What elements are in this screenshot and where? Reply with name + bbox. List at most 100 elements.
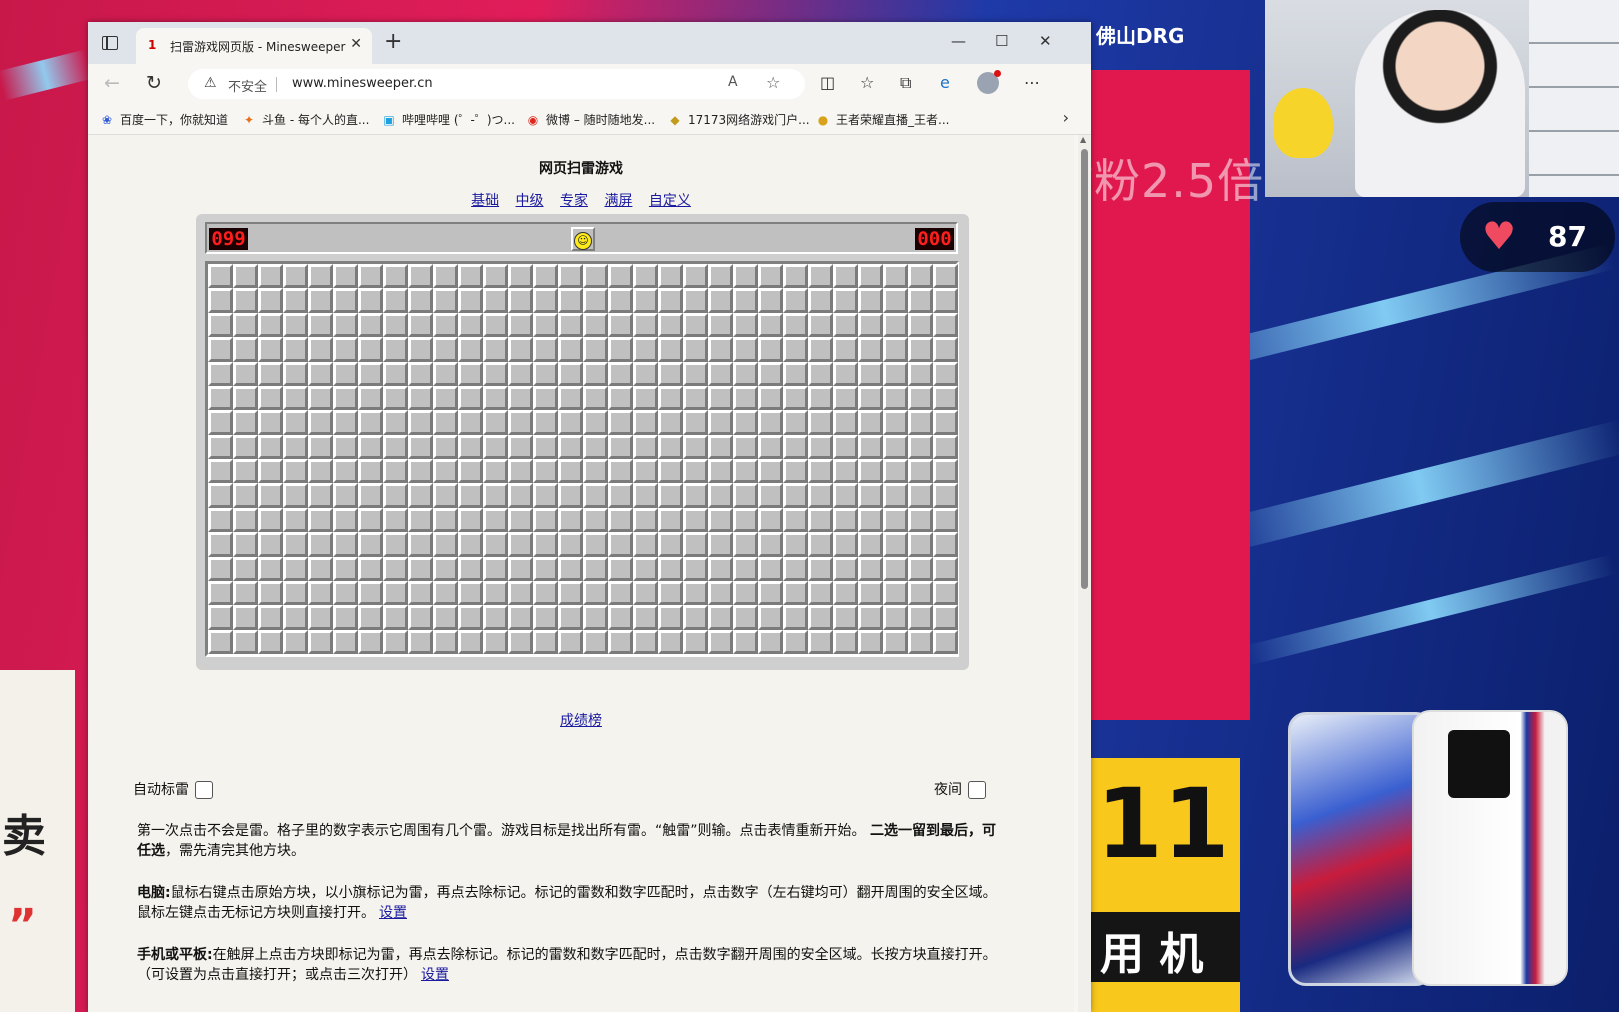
mine-cell[interactable] bbox=[258, 434, 283, 459]
bookmark-douyu[interactable]: ✦ 斗鱼 - 每个人的直... bbox=[242, 111, 369, 128]
mine-cell[interactable] bbox=[233, 312, 258, 338]
mine-cell[interactable] bbox=[758, 459, 783, 484]
mine-cell[interactable] bbox=[433, 361, 458, 386]
mine-cell[interactable] bbox=[733, 459, 758, 484]
mine-cell[interactable] bbox=[908, 556, 933, 581]
mine-cell[interactable] bbox=[383, 312, 408, 338]
mine-cell[interactable] bbox=[458, 264, 483, 289]
mine-cell[interactable] bbox=[733, 410, 758, 435]
mine-cell[interactable] bbox=[333, 532, 358, 557]
mine-cell[interactable] bbox=[933, 337, 958, 362]
mine-cell[interactable] bbox=[408, 532, 433, 557]
mine-cell[interactable] bbox=[258, 532, 283, 557]
mine-cell[interactable] bbox=[383, 337, 408, 362]
mine-cell[interactable] bbox=[833, 483, 858, 508]
mine-cell[interactable] bbox=[533, 483, 558, 508]
mine-cell[interactable] bbox=[508, 556, 533, 581]
mine-cell[interactable] bbox=[308, 434, 333, 459]
bookmark-weibo[interactable]: ◉ 微博 – 随时随地发... bbox=[526, 111, 655, 128]
split-screen-icon[interactable]: ◫ bbox=[820, 73, 835, 93]
mine-cell[interactable] bbox=[208, 556, 233, 581]
mine-cell[interactable] bbox=[833, 459, 858, 484]
mine-cell[interactable] bbox=[558, 385, 583, 411]
mine-cell[interactable] bbox=[708, 288, 733, 313]
mine-cell[interactable] bbox=[258, 483, 283, 508]
mine-cell[interactable] bbox=[408, 556, 433, 581]
mine-cell[interactable] bbox=[458, 312, 483, 338]
mine-cell[interactable] bbox=[908, 434, 933, 459]
mine-cell[interactable] bbox=[283, 459, 308, 484]
mine-cell[interactable] bbox=[583, 361, 608, 386]
mine-cell[interactable] bbox=[483, 264, 508, 289]
mine-cell[interactable] bbox=[833, 629, 858, 654]
mine-cell[interactable] bbox=[808, 532, 833, 557]
mine-cell[interactable] bbox=[608, 361, 633, 386]
mine-cell[interactable] bbox=[533, 288, 558, 313]
mine-cell[interactable] bbox=[608, 410, 633, 435]
mine-cell[interactable] bbox=[758, 580, 783, 606]
mine-cell[interactable] bbox=[908, 580, 933, 606]
mine-cell[interactable] bbox=[783, 385, 808, 411]
active-tab[interactable]: 1 扫雷游戏网页版 - Minesweeper ✕ bbox=[136, 28, 372, 64]
mine-cell[interactable] bbox=[458, 629, 483, 654]
mine-cell[interactable] bbox=[358, 629, 383, 654]
mine-cell[interactable] bbox=[583, 605, 608, 630]
mine-cell[interactable] bbox=[408, 410, 433, 435]
mine-cell[interactable] bbox=[408, 507, 433, 533]
mine-cell[interactable] bbox=[683, 629, 708, 654]
add-favorite-icon[interactable]: ☆ bbox=[766, 73, 780, 92]
mine-cell[interactable] bbox=[608, 629, 633, 654]
mine-cell[interactable] bbox=[558, 605, 583, 630]
mine-cell[interactable] bbox=[633, 288, 658, 313]
mine-cell[interactable] bbox=[308, 361, 333, 386]
mine-cell[interactable] bbox=[808, 483, 833, 508]
mine-cell[interactable] bbox=[333, 264, 358, 289]
mine-cell[interactable] bbox=[708, 556, 733, 581]
mine-cell[interactable] bbox=[833, 434, 858, 459]
mine-cell[interactable] bbox=[458, 556, 483, 581]
bookmark-wangzhe[interactable]: ● 王者荣耀直播_王者... bbox=[816, 111, 950, 128]
mine-cell[interactable] bbox=[583, 264, 608, 289]
mine-cell[interactable] bbox=[558, 532, 583, 557]
mine-cell[interactable] bbox=[883, 605, 908, 630]
mine-cell[interactable] bbox=[933, 580, 958, 606]
mine-cell[interactable] bbox=[483, 410, 508, 435]
mine-cell[interactable] bbox=[883, 532, 908, 557]
mine-cell[interactable] bbox=[508, 361, 533, 386]
mine-cell[interactable] bbox=[833, 312, 858, 338]
mine-cell[interactable] bbox=[658, 459, 683, 484]
close-window-icon[interactable]: ✕ bbox=[1039, 32, 1052, 50]
mine-cell[interactable] bbox=[283, 629, 308, 654]
mine-cell[interactable] bbox=[458, 288, 483, 313]
mine-cell[interactable] bbox=[358, 434, 383, 459]
reset-smiley-button[interactable]: ☺ bbox=[571, 227, 595, 251]
mine-cell[interactable] bbox=[633, 385, 658, 411]
mine-cell[interactable] bbox=[508, 385, 533, 411]
mine-cell[interactable] bbox=[383, 629, 408, 654]
mine-cell[interactable] bbox=[358, 605, 383, 630]
mine-cell[interactable] bbox=[483, 556, 508, 581]
mine-cell[interactable] bbox=[783, 605, 808, 630]
mine-cell[interactable] bbox=[258, 507, 283, 533]
mine-cell[interactable] bbox=[733, 361, 758, 386]
mine-cell[interactable] bbox=[558, 580, 583, 606]
mine-cell[interactable] bbox=[458, 410, 483, 435]
bookmark-baidu[interactable]: ❀ 百度一下，你就知道 bbox=[100, 111, 228, 128]
mine-cell[interactable] bbox=[883, 483, 908, 508]
mine-cell[interactable] bbox=[308, 507, 333, 533]
mine-cell[interactable] bbox=[633, 532, 658, 557]
address-bar[interactable]: ⚠ 不安全 www.minesweeper.cn A ☆ bbox=[188, 69, 805, 99]
mine-cell[interactable] bbox=[758, 410, 783, 435]
mine-cell[interactable] bbox=[458, 532, 483, 557]
mine-cell[interactable] bbox=[208, 312, 233, 338]
mine-cell[interactable] bbox=[508, 580, 533, 606]
mine-cell[interactable] bbox=[208, 483, 233, 508]
mine-cell[interactable] bbox=[633, 605, 658, 630]
mine-cell[interactable] bbox=[508, 532, 533, 557]
mine-cell[interactable] bbox=[233, 483, 258, 508]
mine-cell[interactable] bbox=[558, 483, 583, 508]
mine-cell[interactable] bbox=[583, 507, 608, 533]
security-label[interactable]: 不安全 bbox=[228, 76, 267, 95]
mine-cell[interactable] bbox=[483, 459, 508, 484]
tab-actions-icon[interactable] bbox=[102, 36, 118, 50]
